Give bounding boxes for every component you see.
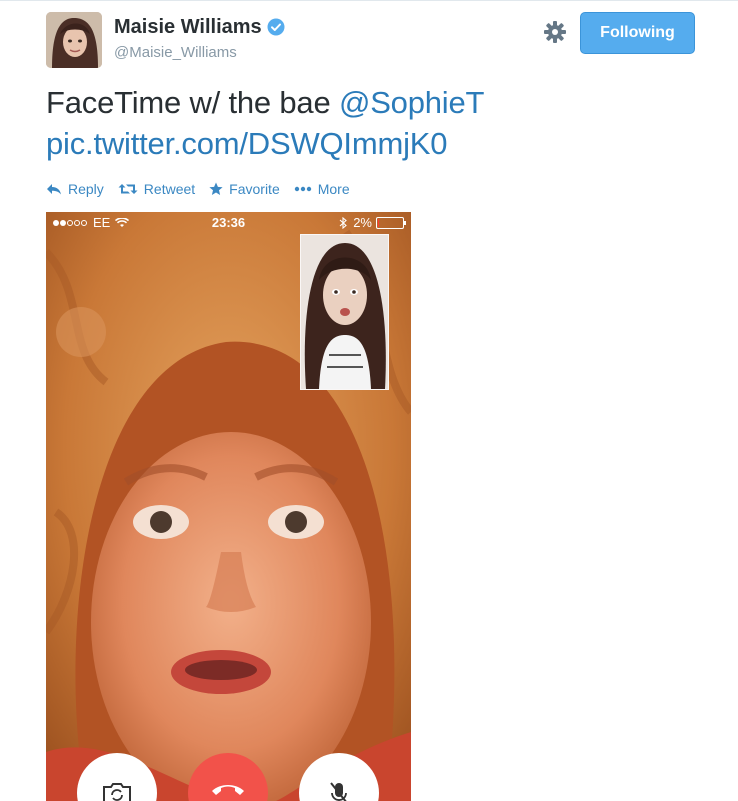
profile-avatar[interactable] [46,12,102,68]
tweet-actions: Reply Retweet Favorite More [46,181,364,197]
tweet-text: FaceTime w/ the bae @SophieT pic.twitter… [46,82,706,164]
more-action[interactable]: More [294,181,350,197]
favorite-action[interactable]: Favorite [209,181,280,197]
retweet-icon [118,184,138,194]
verified-badge-icon [267,18,285,36]
self-view-image [301,235,388,389]
battery-percent: 2% [353,215,372,230]
reply-action[interactable]: Reply [46,181,104,197]
battery-indicator: 2% [339,215,406,230]
ellipsis-icon [294,186,311,192]
user-name[interactable]: Maisie Williams [114,16,285,39]
media-link[interactable]: pic.twitter.com/DSWQImmjK0 [46,126,447,161]
more-label[interactable]: More [318,181,350,197]
battery-icon [376,216,406,229]
top-divider [0,0,738,1]
hang-up-icon [212,785,244,795]
star-icon [209,182,223,195]
bluetooth-icon [339,216,348,229]
reply-icon [47,184,61,195]
microphone-muted-icon [330,782,347,801]
tweet-body: FaceTime w/ the bae [46,85,331,120]
mention-link[interactable]: @SophieT [339,85,485,120]
gear-icon[interactable] [543,20,567,44]
user-handle[interactable]: @Maisie_Williams [114,44,237,61]
retweet-action[interactable]: Retweet [118,181,195,197]
following-button[interactable]: Following [580,12,695,54]
reply-label[interactable]: Reply [68,181,104,197]
favorite-label[interactable]: Favorite [229,181,280,197]
tweet-photo[interactable]: EE 23:36 2% [46,212,411,801]
phone-status-bar: EE 23:36 2% [46,212,411,234]
camera-flip-icon [103,783,131,801]
self-view-thumbnail[interactable] [300,234,389,390]
retweet-label[interactable]: Retweet [144,181,195,197]
user-name-text[interactable]: Maisie Williams [114,16,262,38]
